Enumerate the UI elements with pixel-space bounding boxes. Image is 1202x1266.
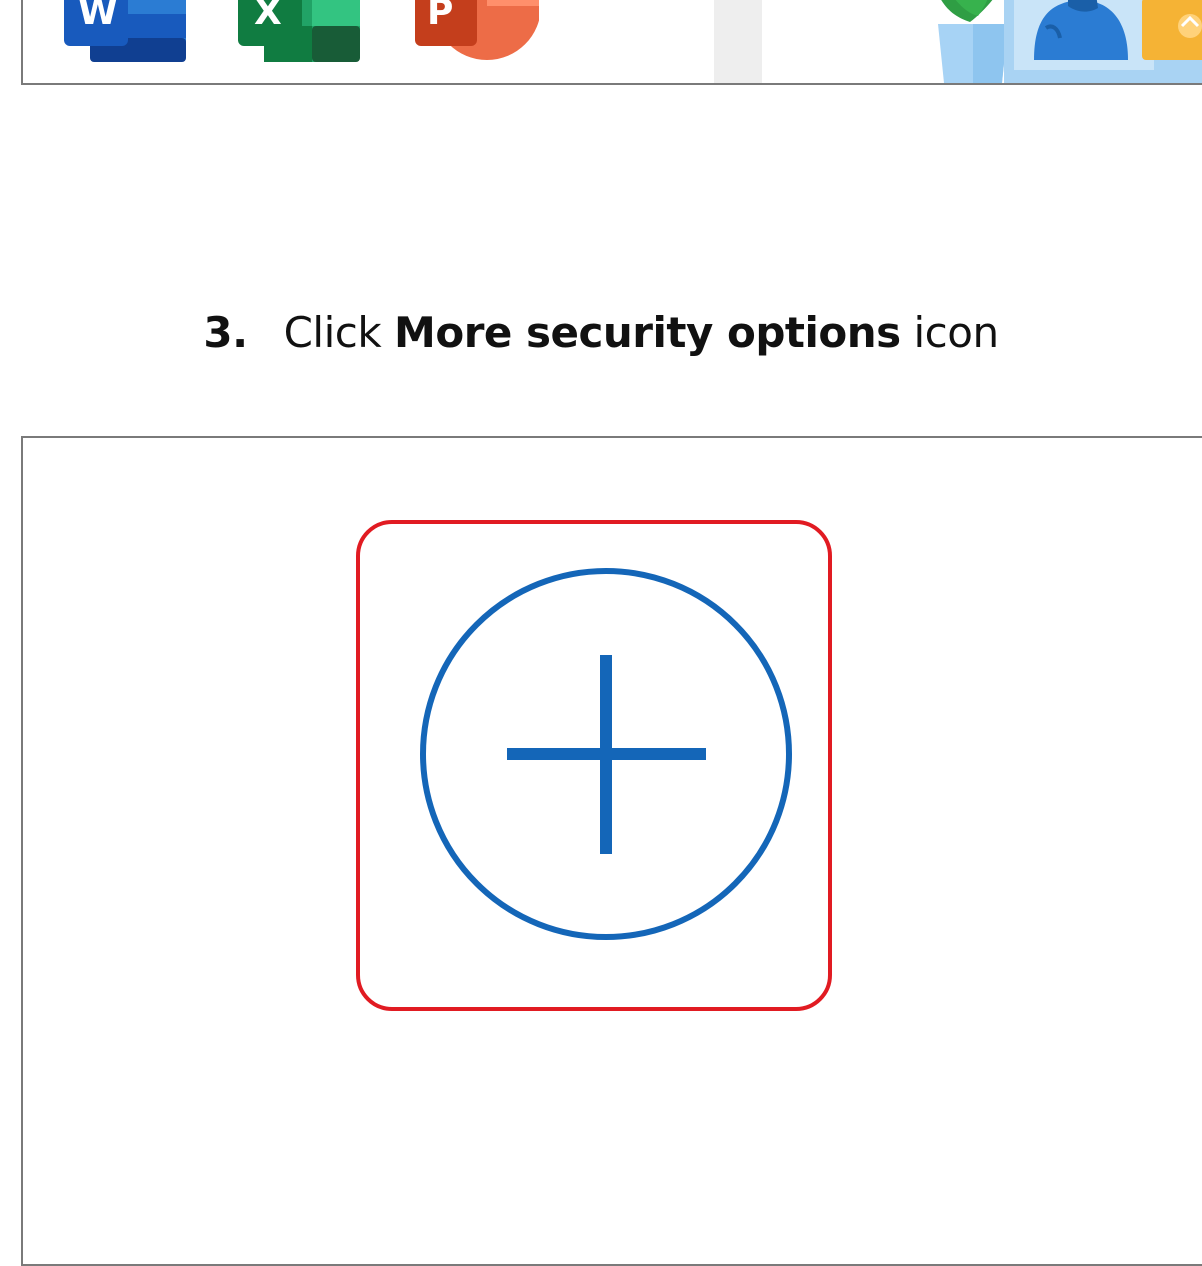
excel-app-icon[interactable]: X: [238, 0, 362, 64]
word-letter: W: [78, 0, 118, 33]
step-target-label: More security options: [394, 308, 901, 357]
step-suffix: icon: [900, 308, 999, 357]
more-security-options-button[interactable]: [419, 567, 793, 941]
top-screenshot-panel: W X P: [21, 0, 1202, 85]
powerpoint-letter: P: [427, 0, 453, 33]
bottom-screenshot-panel: [21, 436, 1202, 1266]
excel-letter: X: [254, 0, 282, 33]
step-prefix: Click: [283, 308, 395, 357]
step-instruction: 3. Click More security options icon: [0, 300, 1202, 366]
office-illustration: [938, 0, 1202, 83]
word-app-icon[interactable]: W: [64, 0, 188, 64]
add-circle-icon: [420, 568, 792, 940]
panel-divider: [714, 0, 762, 83]
powerpoint-app-icon[interactable]: P: [415, 0, 539, 64]
step-number: 3.: [203, 308, 248, 357]
